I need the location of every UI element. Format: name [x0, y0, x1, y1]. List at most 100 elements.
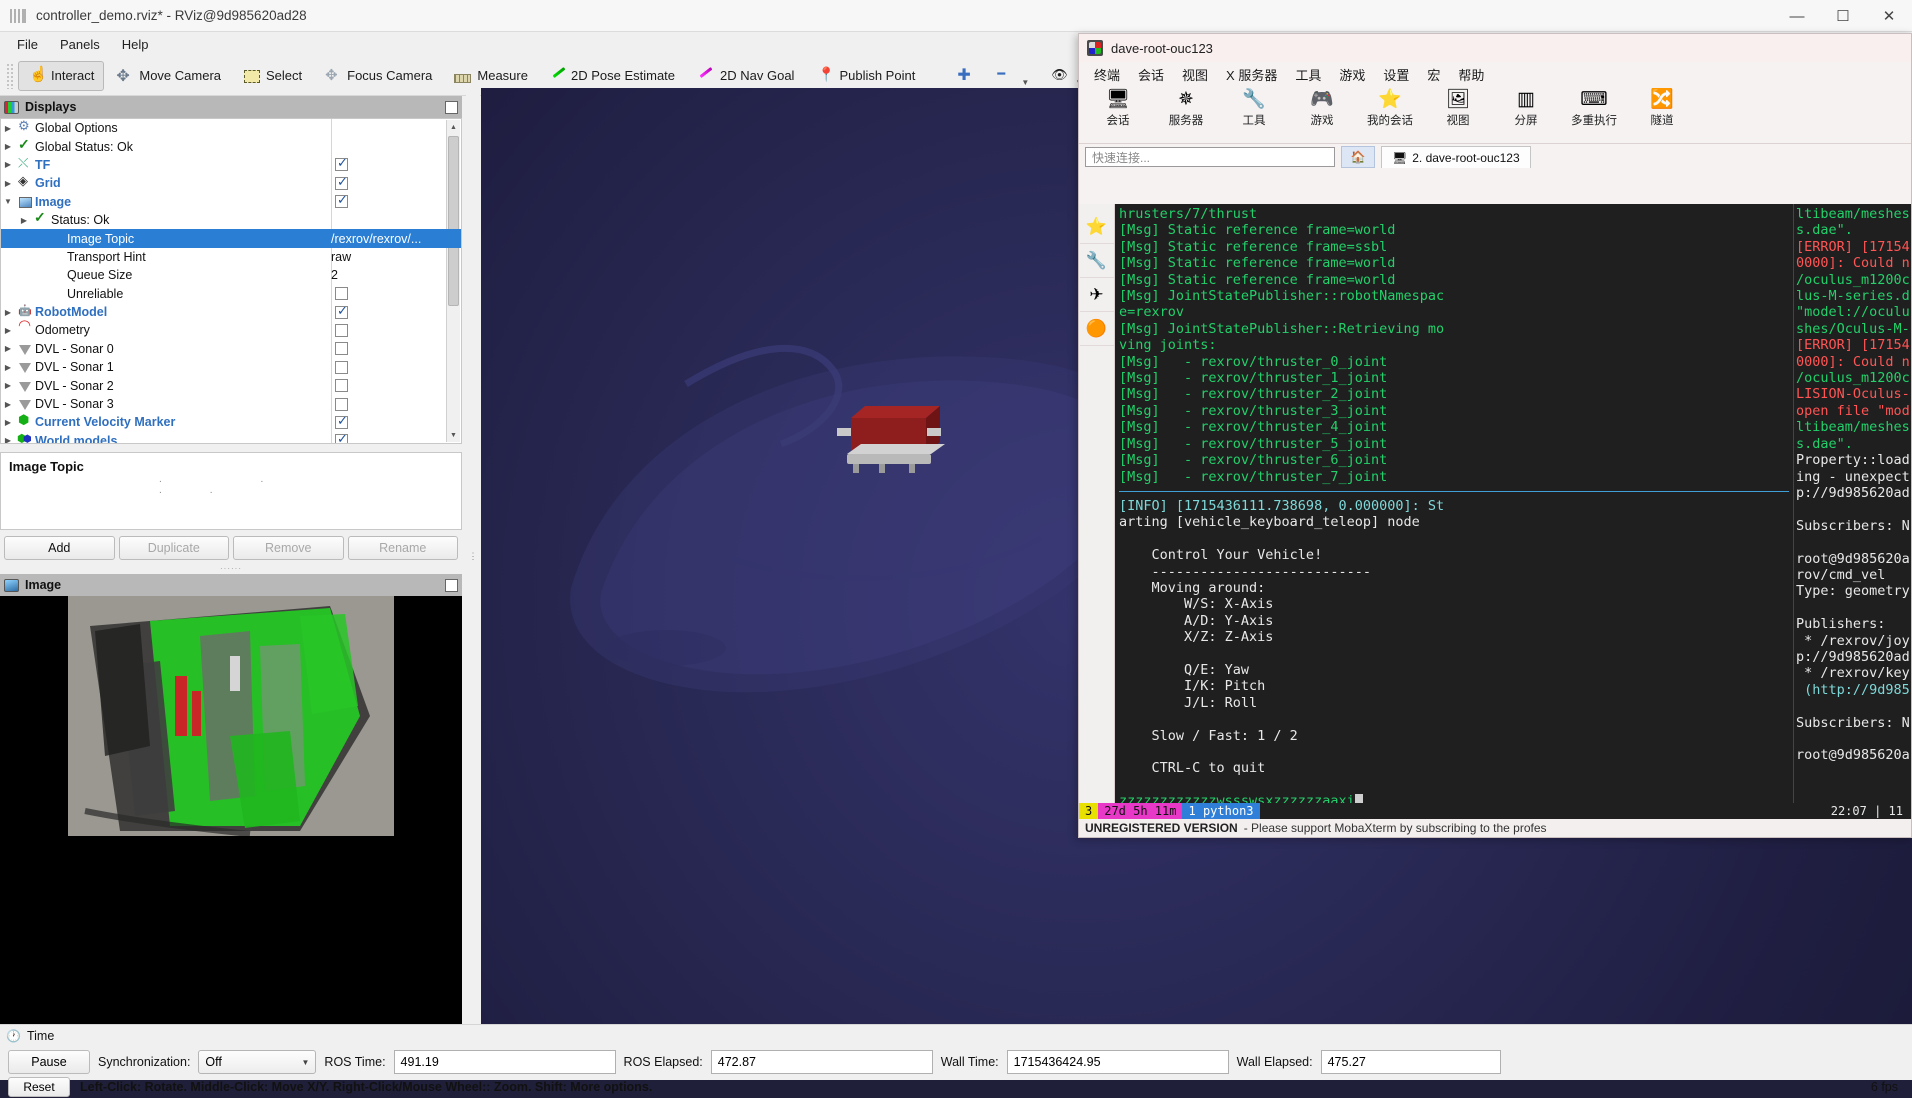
- mb-tool-games[interactable]: 🎮 游戏: [1291, 86, 1353, 128]
- tree-expander-icon[interactable]: [1, 197, 15, 206]
- display-row-checkbox[interactable]: [335, 174, 348, 190]
- tool-remove[interactable]: ▼: [987, 61, 1039, 91]
- tool-select[interactable]: Select: [233, 61, 312, 91]
- terminal-left-pane[interactable]: hrusters/7/thrust [Msg] Static reference …: [1115, 204, 1793, 803]
- display-row[interactable]: RobotModel: [1, 303, 461, 321]
- display-row-checkbox[interactable]: [335, 379, 348, 393]
- mb-menu-terminal[interactable]: 终端: [1085, 63, 1129, 86]
- tree-expander-icon[interactable]: [1, 363, 15, 372]
- close-button[interactable]: ✕: [1866, 0, 1912, 32]
- display-row-value[interactable]: 2: [331, 268, 338, 282]
- displays-tree[interactable]: ▲ ▼ Global OptionsGlobal Status: OkTFGri…: [0, 118, 462, 444]
- display-row-value[interactable]: /rexrov/rexrov/...: [331, 232, 421, 246]
- mb-tool-split[interactable]: ▥ 分屏: [1495, 86, 1557, 128]
- session-tab[interactable]: 🖥 2. dave-root-ouc123: [1381, 146, 1531, 168]
- tool-move-camera[interactable]: Move Camera: [106, 61, 231, 91]
- display-row-checkbox[interactable]: [335, 303, 348, 319]
- minimize-button[interactable]: —: [1774, 0, 1820, 32]
- display-row[interactable]: Unreliable: [1, 285, 461, 303]
- tree-expander-icon[interactable]: [17, 216, 31, 225]
- mb-menu-session[interactable]: 会话: [1129, 63, 1173, 86]
- display-row-value[interactable]: raw: [331, 250, 351, 264]
- mb-menu-view[interactable]: 视图: [1173, 63, 1217, 86]
- display-row-checkbox[interactable]: [335, 342, 348, 356]
- menu-panels[interactable]: Panels: [51, 35, 109, 54]
- display-row[interactable]: DVL - Sonar 2: [1, 376, 461, 394]
- display-row[interactable]: Grid: [1, 173, 461, 192]
- tree-expander-icon[interactable]: [1, 418, 15, 427]
- tool-add[interactable]: [947, 61, 985, 91]
- tree-expander-icon[interactable]: [1, 344, 15, 353]
- tree-expander-icon[interactable]: [1, 160, 15, 169]
- duplicate-button[interactable]: Duplicate: [118, 536, 229, 560]
- reset-button[interactable]: Reset: [8, 1077, 70, 1097]
- sftp-icon[interactable]: ✈: [1079, 278, 1114, 312]
- mb-tool-view[interactable]: 🖼 视图: [1427, 86, 1489, 128]
- tool-measure[interactable]: Measure: [444, 61, 538, 91]
- display-row-checkbox[interactable]: [335, 360, 348, 374]
- wall-elapsed-field[interactable]: 475.27: [1320, 1050, 1501, 1074]
- dock-splitter-2[interactable]: ······: [0, 564, 462, 573]
- mb-menu-xserver[interactable]: X 服务器: [1217, 63, 1286, 86]
- display-row[interactable]: DVL - Sonar 0: [1, 340, 461, 358]
- tree-expander-icon[interactable]: [1, 381, 15, 390]
- display-row[interactable]: Image: [1, 192, 461, 211]
- display-row-checkbox[interactable]: [335, 192, 348, 209]
- ros-elapsed-field[interactable]: 472.87: [710, 1050, 933, 1074]
- display-row[interactable]: DVL - Sonar 1: [1, 358, 461, 376]
- tree-expander-icon[interactable]: [1, 142, 15, 151]
- tool-focus-camera[interactable]: Focus Camera: [314, 61, 442, 91]
- sync-select[interactable]: Off ▼: [198, 1050, 317, 1074]
- mb-menu-games[interactable]: 游戏: [1330, 63, 1374, 86]
- tools-sidebar-icon[interactable]: 🔧: [1079, 244, 1114, 278]
- remove-button[interactable]: Remove: [233, 536, 344, 560]
- display-row-checkbox[interactable]: [335, 431, 348, 443]
- rename-button[interactable]: Rename: [347, 536, 458, 560]
- display-row[interactable]: Image Topic/rexrov/rexrov/...: [1, 229, 461, 248]
- tree-expander-icon[interactable]: [1, 400, 15, 409]
- star-icon[interactable]: ⭐: [1079, 210, 1114, 244]
- display-row[interactable]: DVL - Sonar 3: [1, 395, 461, 413]
- mb-menu-macros[interactable]: 宏: [1418, 63, 1449, 86]
- home-tab[interactable]: 🏠: [1341, 146, 1375, 168]
- display-row-checkbox[interactable]: [335, 397, 348, 411]
- tool-interact[interactable]: Interact: [18, 60, 105, 91]
- mb-tool-session[interactable]: 🖥 会话: [1087, 86, 1149, 128]
- image-float-button[interactable]: [445, 578, 458, 592]
- display-row[interactable]: TF: [1, 155, 461, 174]
- display-row[interactable]: Global Status: Ok: [1, 136, 461, 155]
- tool-publish-point[interactable]: Publish Point: [806, 61, 925, 91]
- tree-expander-icon[interactable]: [1, 436, 15, 443]
- display-row[interactable]: Odometry: [1, 316, 461, 339]
- displays-float-button[interactable]: [445, 100, 458, 114]
- add-button[interactable]: Add: [4, 536, 115, 560]
- toolbar-grip[interactable]: [6, 62, 14, 89]
- display-row-checkbox[interactable]: [335, 413, 348, 429]
- ros-time-field[interactable]: 491.19: [393, 1050, 616, 1074]
- maximize-button[interactable]: ☐: [1820, 0, 1866, 32]
- display-row-checkbox[interactable]: [335, 155, 348, 172]
- tool-2d-nav-goal[interactable]: 2D Nav Goal: [687, 61, 804, 91]
- mb-tool-sessions[interactable]: ⭐ 我的会话: [1359, 86, 1421, 128]
- display-row-checkbox[interactable]: [335, 323, 348, 337]
- mb-menu-help[interactable]: 帮助: [1449, 63, 1493, 86]
- tool-2d-pose-estimate[interactable]: 2D Pose Estimate: [540, 61, 685, 91]
- display-row[interactable]: Global Options: [1, 119, 461, 137]
- view-splitter[interactable]: ⋮: [466, 88, 480, 1024]
- display-row-checkbox[interactable]: [335, 287, 348, 301]
- macro-icon[interactable]: 🟠: [1079, 312, 1114, 346]
- pause-button[interactable]: Pause: [8, 1050, 90, 1074]
- tree-expander-icon[interactable]: [1, 308, 15, 317]
- mb-tool-tunnel[interactable]: 🔀 隧道: [1631, 86, 1693, 128]
- mb-menu-settings[interactable]: 设置: [1374, 63, 1418, 86]
- display-row[interactable]: Queue Size 2: [1, 266, 461, 284]
- mb-tool-tools[interactable]: 🔧 工具: [1223, 86, 1285, 128]
- tree-expander-icon[interactable]: [1, 179, 15, 188]
- mb-tool-multiexec[interactable]: ⌨ 多重执行: [1563, 86, 1625, 128]
- tree-expander-icon[interactable]: [1, 124, 15, 133]
- quick-connect-input[interactable]: 快速连接...: [1085, 147, 1335, 167]
- menu-help[interactable]: Help: [113, 35, 158, 54]
- menu-file[interactable]: File: [8, 35, 47, 54]
- mb-tool-servers[interactable]: ✵ 服务器: [1155, 86, 1217, 128]
- display-row[interactable]: World models: [1, 431, 461, 443]
